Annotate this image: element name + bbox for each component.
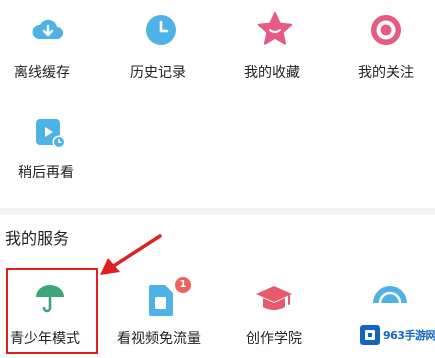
watermark: 963手游网 (353, 317, 435, 353)
offline-cache-label: 离线缓存 (14, 65, 70, 81)
creator-academy-item[interactable]: 创作学院 (218, 268, 328, 354)
annotation-arrow (100, 234, 162, 275)
cloud-download-icon (30, 12, 66, 48)
highlight-box (6, 268, 98, 354)
favorites-item[interactable]: 我的收藏 (216, 0, 326, 95)
target-icon (368, 12, 404, 48)
watermark-logo-icon (360, 325, 380, 345)
favorites-label: 我的收藏 (244, 65, 300, 81)
following-item[interactable]: 我的关注 (326, 0, 435, 95)
following-label: 我的关注 (358, 65, 414, 81)
watermark-text: 963手游网 (383, 329, 435, 342)
free-data-item[interactable]: 1 看视频免流量 (108, 268, 218, 354)
history-label: 历史记录 (130, 65, 186, 81)
watch-later-item[interactable]: 稍后再看 (0, 100, 108, 200)
watch-later-label: 稍后再看 (18, 165, 74, 181)
sim-card-icon (145, 282, 177, 318)
video-play-icon (32, 114, 68, 150)
free-data-label: 看视频免流量 (117, 331, 201, 347)
semicircle-icon (370, 278, 410, 308)
clock-icon (143, 12, 179, 48)
graduation-cap-icon (254, 282, 294, 318)
creator-academy-label: 创作学院 (246, 331, 302, 347)
notification-badge: 1 (175, 277, 191, 293)
star-icon (256, 10, 294, 48)
services-section-title: 我的服务 (5, 229, 70, 248)
history-item[interactable]: 历史记录 (108, 0, 216, 95)
section-divider (0, 208, 435, 215)
offline-cache-item[interactable]: 离线缓存 (0, 0, 108, 95)
